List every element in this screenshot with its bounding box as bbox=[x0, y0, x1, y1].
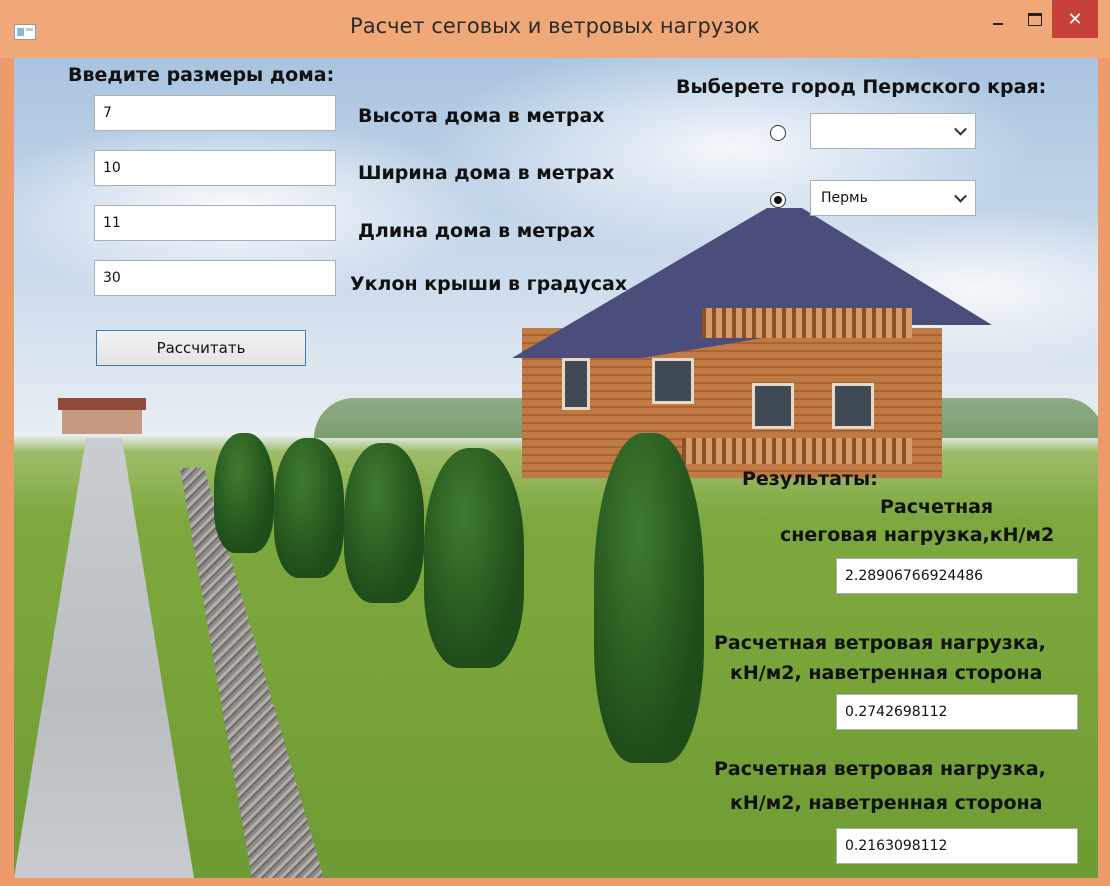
chevron-down-icon bbox=[954, 122, 967, 136]
roof-slope-input[interactable]: 30 bbox=[94, 260, 336, 296]
width-input[interactable]: 10 bbox=[94, 150, 336, 186]
wind-load-1-label-line2: кН/м2, наветренная сторона bbox=[730, 662, 1043, 684]
calculate-button[interactable]: Рассчитать bbox=[96, 330, 306, 366]
shrub-background bbox=[214, 433, 274, 553]
height-label: Высота дома в метрах bbox=[358, 105, 605, 127]
snow-load-label-line2: снеговая нагрузка,кН/м2 bbox=[780, 524, 1055, 546]
shrub-background bbox=[274, 438, 344, 578]
wind-load-1-label-line1: Расчетная ветровая нагрузка, bbox=[714, 632, 1046, 654]
shrub-background bbox=[424, 448, 524, 668]
window-title: Расчет сеговых и ветровых нагрузок bbox=[350, 14, 760, 38]
close-button[interactable]: ✕ bbox=[1052, 0, 1098, 38]
city-select-1[interactable] bbox=[810, 113, 976, 149]
city-radio-1[interactable] bbox=[770, 125, 786, 141]
height-input[interactable]: 7 bbox=[94, 95, 336, 131]
city-heading: Выберете город Пермского края: bbox=[676, 76, 1047, 98]
wind-load-1-output[interactable]: 0.2742698112 bbox=[836, 694, 1078, 730]
minimize-icon bbox=[993, 23, 1003, 25]
wind-load-2-label-line1: Расчетная ветровая нагрузка, bbox=[714, 758, 1046, 780]
dimensions-heading: Введите размеры дома: bbox=[68, 64, 335, 86]
city-radio-2[interactable] bbox=[770, 192, 786, 208]
form-client-area: Введите размеры дома: 7 Высота дома в ме… bbox=[14, 58, 1098, 878]
wind-load-2-label-line2: кН/м2, наветренная сторона bbox=[730, 792, 1043, 814]
width-label: Ширина дома в метрах bbox=[358, 162, 615, 184]
maximize-icon bbox=[1028, 12, 1042, 26]
wind-load-2-output[interactable]: 0.2163098112 bbox=[836, 828, 1078, 864]
title-bar[interactable]: Расчет сеговых и ветровых нагрузок ✕ bbox=[0, 0, 1110, 58]
app-window: Расчет сеговых и ветровых нагрузок ✕ Вве… bbox=[0, 0, 1110, 886]
shrub-background bbox=[594, 433, 704, 763]
house-image bbox=[492, 208, 992, 478]
length-label: Длина дома в метрах bbox=[358, 220, 595, 242]
close-icon: ✕ bbox=[1067, 8, 1083, 29]
snow-load-output[interactable]: 2.28906766924486 bbox=[836, 558, 1078, 594]
minimize-button[interactable] bbox=[984, 0, 1012, 38]
length-input[interactable]: 11 bbox=[94, 205, 336, 241]
city-select-2-value: Пермь bbox=[821, 190, 868, 206]
snow-load-label-line1: Расчетная bbox=[880, 496, 994, 518]
road-background bbox=[14, 438, 194, 878]
results-heading: Результаты: bbox=[742, 468, 878, 490]
city-select-2[interactable]: Пермь bbox=[810, 180, 976, 216]
roof-slope-label: Уклон крыши в градусах bbox=[350, 273, 628, 295]
distant-house-background bbox=[58, 398, 146, 434]
shrub-background bbox=[344, 443, 424, 603]
maximize-button[interactable] bbox=[1020, 0, 1050, 38]
chevron-down-icon bbox=[954, 189, 967, 203]
